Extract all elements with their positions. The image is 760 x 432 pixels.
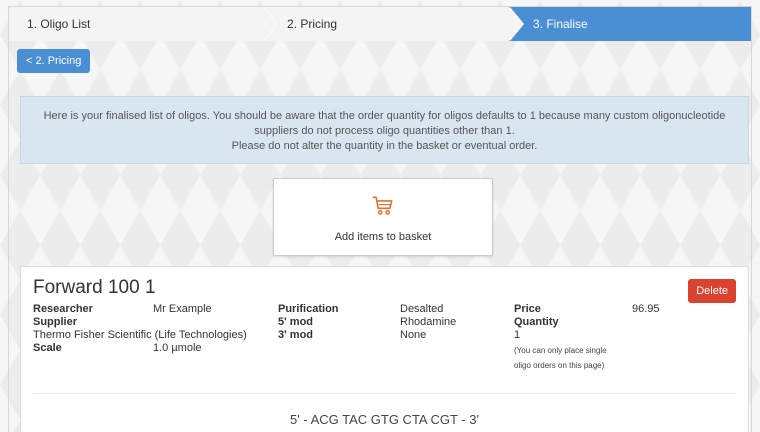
step-oligo-list[interactable]: 1. Oligo List bbox=[9, 7, 278, 41]
step-pricing[interactable]: 2. Pricing bbox=[263, 7, 524, 41]
step-label: 1. Oligo List bbox=[27, 17, 91, 31]
mod5-label: 5' mod bbox=[278, 316, 314, 328]
cart-icon bbox=[372, 196, 393, 215]
quantity-note: (You can only place single bbox=[514, 346, 607, 355]
scale-value: 1.0 µmole bbox=[153, 342, 202, 354]
step-finalise[interactable]: 3. Finalise bbox=[509, 7, 751, 41]
oligo-card: Forward 100 1 Delete Researcher Mr Examp… bbox=[20, 266, 749, 432]
info-notice: Here is your finalised list of oligos. Y… bbox=[20, 96, 749, 164]
notice-line: suppliers do not process oligo quantitie… bbox=[254, 125, 515, 137]
price-value: 96.95 bbox=[632, 303, 660, 315]
mod5-value: Rhodamine bbox=[400, 316, 457, 328]
delete-button[interactable]: Delete bbox=[688, 279, 736, 303]
notice-line: Here is your finalised list of oligos. Y… bbox=[43, 110, 726, 122]
notice-line: Please do not alter the quantity in the … bbox=[231, 140, 538, 152]
wizard-steps: 1. Oligo List 2. Pricing 3. Finalise bbox=[9, 7, 751, 41]
mod3-label: 3' mod bbox=[278, 329, 314, 341]
step-arrow bbox=[263, 7, 277, 41]
quantity-label: Quantity bbox=[514, 316, 559, 328]
scale-label: Scale bbox=[33, 342, 62, 354]
purification-label: Purification bbox=[278, 303, 339, 315]
supplier-label: Supplier bbox=[33, 316, 78, 328]
divider bbox=[33, 393, 736, 394]
step-label: 3. Finalise bbox=[533, 17, 588, 31]
quantity-value: 1 bbox=[514, 329, 521, 341]
add-to-basket-button[interactable]: Add items to basket bbox=[273, 178, 493, 256]
step-arrow bbox=[509, 7, 523, 41]
oligo-sequence: 5' - ACG TAC GTG CTA CGT - 3' bbox=[290, 412, 479, 427]
back-to-pricing-button[interactable]: < 2. Pricing bbox=[17, 49, 91, 73]
price-label: Price bbox=[514, 303, 541, 315]
researcher-label: Researcher bbox=[33, 303, 93, 315]
oligo-title: Forward 100 1 bbox=[33, 277, 156, 298]
purification-value: Desalted bbox=[400, 303, 444, 315]
step-label: 2. Pricing bbox=[287, 17, 338, 31]
mod3-value: None bbox=[400, 329, 427, 341]
page-frame: 1. Oligo List 2. Pricing 3. Finalise < 2… bbox=[8, 6, 752, 432]
supplier-value: Thermo Fisher Scientific (Life Technolog… bbox=[33, 329, 247, 341]
add-to-basket-label: Add items to basket bbox=[334, 231, 432, 243]
quantity-note: oligo orders on this page) bbox=[514, 361, 605, 370]
researcher-value: Mr Example bbox=[153, 303, 212, 315]
